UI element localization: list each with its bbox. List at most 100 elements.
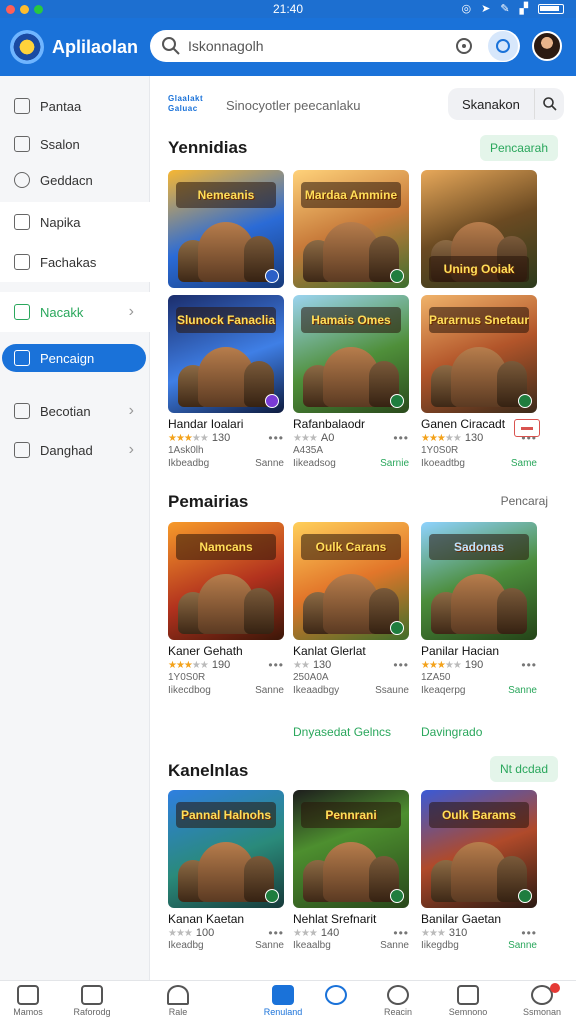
install-button[interactable]: Ssaune bbox=[375, 685, 409, 699]
game-thumbnail[interactable]: Oulk Carans bbox=[293, 522, 409, 640]
game-art-title: Mardaa Ammine bbox=[301, 182, 401, 208]
game-thumbnail[interactable]: Oulk Barams bbox=[421, 790, 537, 908]
game-card[interactable]: Sadonas Panilar Hacian ★★★★★ 190 ••• 1ZA50… bbox=[421, 522, 537, 699]
install-button[interactable]: Sanne bbox=[255, 458, 284, 472]
game-thumbnail[interactable]: Pennrani bbox=[293, 790, 409, 908]
nav-item-compass[interactable] bbox=[304, 985, 368, 1007]
platform-badge-icon bbox=[390, 394, 404, 408]
voice-search-icon[interactable] bbox=[456, 38, 472, 54]
rating-value: 130 bbox=[312, 659, 332, 671]
section-action-button[interactable]: Pencaarah bbox=[479, 135, 558, 161]
more-options-icon[interactable]: ••• bbox=[521, 658, 537, 672]
game-thumbnail[interactable]: Hamais Omes bbox=[293, 295, 409, 413]
star-rating: ★★★★★ bbox=[168, 432, 209, 444]
rating-value: 190 bbox=[211, 659, 231, 671]
game-title: Nehlat Srefnarit bbox=[293, 912, 377, 926]
install-button[interactable]: Sanne bbox=[508, 940, 537, 954]
game-thumbnail[interactable]: Pararnus Snetaun bbox=[421, 295, 537, 413]
game-thumbnail[interactable]: Uning Ooiak bbox=[421, 170, 537, 288]
install-button[interactable]: Sanne bbox=[380, 940, 409, 954]
install-button[interactable]: Sanne bbox=[508, 685, 537, 699]
discover-link[interactable]: Dnyasedat Gelncs bbox=[293, 725, 391, 739]
download-link[interactable]: Davingrado bbox=[421, 725, 482, 739]
game-card[interactable]: Pannal Halnohs Kanan Kaetan ★★★ 100 ••• Ik… bbox=[168, 790, 284, 954]
nav-item-person[interactable]: Reacin bbox=[366, 985, 430, 1017]
lens-icon bbox=[496, 39, 510, 53]
game-card[interactable]: Slunock Fanaclia Handar Ioalari ★★★★★ 130… bbox=[168, 295, 284, 472]
game-title: Banilar Gaetan bbox=[421, 912, 502, 926]
developer-name: Iikeadsog bbox=[293, 458, 336, 469]
star-rating: ★★★★★ bbox=[421, 432, 462, 444]
sidebar-item-becotian[interactable]: Becotian › bbox=[0, 391, 150, 431]
game-card[interactable]: Namcans Kaner Gehath ★★★★★ 190 ••• 1Y0S0R … bbox=[168, 522, 284, 699]
game-card[interactable]: Pararnus Snetaun Ganen Ciracadt ★★★★★ 130… bbox=[421, 295, 540, 472]
sidebar-item-ssalon[interactable]: Ssalon bbox=[0, 124, 150, 164]
more-options-icon[interactable]: ••• bbox=[393, 658, 409, 672]
install-count: 250A0A bbox=[293, 672, 329, 683]
game-thumbnail[interactable]: Mardaa Ammine bbox=[293, 170, 409, 288]
star-rating: ★★★★★ bbox=[421, 659, 462, 671]
rating-value: 310 bbox=[448, 927, 468, 939]
rating-value: 140 bbox=[320, 927, 340, 939]
sidebar: Pantaa Ssalon Geddacn Napika Fachakas Na… bbox=[0, 76, 150, 980]
sidebar-item-geddacn[interactable]: Geddacn bbox=[0, 160, 150, 200]
lens-button[interactable] bbox=[488, 31, 518, 61]
sidebar-item-danghad[interactable]: Danghad › bbox=[0, 430, 150, 470]
brand-logo: Glaalakt Galuac bbox=[168, 94, 204, 113]
sidebar-item-pantaa[interactable]: Pantaa bbox=[0, 86, 150, 126]
more-options-icon[interactable]: ••• bbox=[268, 658, 284, 672]
more-options-icon[interactable]: ••• bbox=[393, 431, 409, 445]
nav-item-tools[interactable]: Rale bbox=[146, 985, 210, 1017]
install-button[interactable]: Sanne bbox=[255, 685, 284, 699]
chevron-right-icon: › bbox=[128, 441, 134, 458]
avatar[interactable] bbox=[532, 31, 562, 61]
install-button[interactable]: Sarnie bbox=[380, 458, 409, 472]
star-rating: ★★ bbox=[293, 659, 310, 671]
more-options-icon[interactable]: ••• bbox=[521, 926, 537, 940]
game-card[interactable]: Mardaa Ammine bbox=[293, 170, 409, 288]
sidebar-item-nacakk[interactable]: Nacakk › bbox=[0, 292, 150, 332]
game-thumbnail[interactable]: Sadonas bbox=[421, 522, 537, 640]
more-options-icon[interactable]: ••• bbox=[268, 431, 284, 445]
install-button[interactable]: Sanne bbox=[255, 940, 284, 954]
nav-item-list[interactable]: Raforodg bbox=[60, 985, 124, 1017]
more-options-icon[interactable]: ••• bbox=[268, 926, 284, 940]
search-bar[interactable]: Iskonnagolh bbox=[150, 30, 520, 62]
section-action-button[interactable]: Nt dcdad bbox=[489, 756, 558, 782]
nav-label: Raforodg bbox=[73, 1007, 111, 1017]
rating-value: 100 bbox=[195, 927, 215, 939]
game-thumbnail[interactable]: Slunock Fanaclia bbox=[168, 295, 284, 413]
install-button[interactable]: Same bbox=[511, 458, 537, 472]
sidebar-item-napika[interactable]: Napika bbox=[0, 202, 150, 242]
game-thumbnail[interactable]: Pannal Halnohs bbox=[168, 790, 284, 908]
bottom-navigation: Mamos Raforodg Rale Renuland Reacin Semn… bbox=[0, 980, 576, 1024]
game-card[interactable]: Uning Ooiak bbox=[421, 170, 537, 288]
nav-item-home[interactable]: Mamos bbox=[0, 985, 60, 1017]
game-title: Handar Ioalari bbox=[168, 417, 244, 431]
game-art-title: Uning Ooiak bbox=[429, 256, 529, 282]
search-icon[interactable] bbox=[534, 89, 564, 119]
search-input[interactable]: Iskonnagolh bbox=[188, 38, 456, 54]
section-action-button[interactable]: Pencaraj bbox=[491, 488, 558, 514]
game-title: Kanlat Glerlat bbox=[293, 644, 366, 658]
game-card[interactable]: Nemeanis bbox=[168, 170, 284, 288]
sort-button[interactable]: Skanakon bbox=[448, 88, 564, 120]
rating-value: 130 bbox=[211, 432, 231, 444]
status-bar: 21:40 ◎ ➤ ✎ ▞ bbox=[0, 0, 576, 18]
sidebar-item-label: Fachakas bbox=[40, 254, 97, 270]
game-card[interactable]: Pennrani Nehlat Srefnarit ★★★ 140 ••• Ikea… bbox=[293, 790, 409, 954]
nav-item-chart[interactable]: Semnono bbox=[436, 985, 500, 1017]
sidebar-item-pencaign[interactable]: Pencaign bbox=[2, 344, 146, 372]
app-logo-icon[interactable] bbox=[10, 30, 44, 64]
more-options-icon[interactable]: ••• bbox=[393, 926, 409, 940]
app-header: Aplilaolan Iskonnagolh bbox=[0, 18, 576, 91]
game-card[interactable]: Oulk Barams Banilar Gaetan ★★★ 310 ••• Iik… bbox=[421, 790, 537, 954]
game-card[interactable]: Hamais Omes Rafanbalaodr ★★★ A0 ••• A435A … bbox=[293, 295, 409, 472]
game-card[interactable]: Oulk Carans Kanlat Glerlat ★★ 130 ••• 250A… bbox=[293, 522, 409, 699]
person-icon bbox=[387, 985, 409, 1005]
sidebar-item-fachakas[interactable]: Fachakas bbox=[0, 242, 150, 282]
game-thumbnail[interactable]: Namcans bbox=[168, 522, 284, 640]
game-thumbnail[interactable]: Nemeanis bbox=[168, 170, 284, 288]
star-rating: ★★★ bbox=[293, 927, 318, 939]
nav-item-account[interactable]: Ssmonan bbox=[510, 983, 574, 1017]
